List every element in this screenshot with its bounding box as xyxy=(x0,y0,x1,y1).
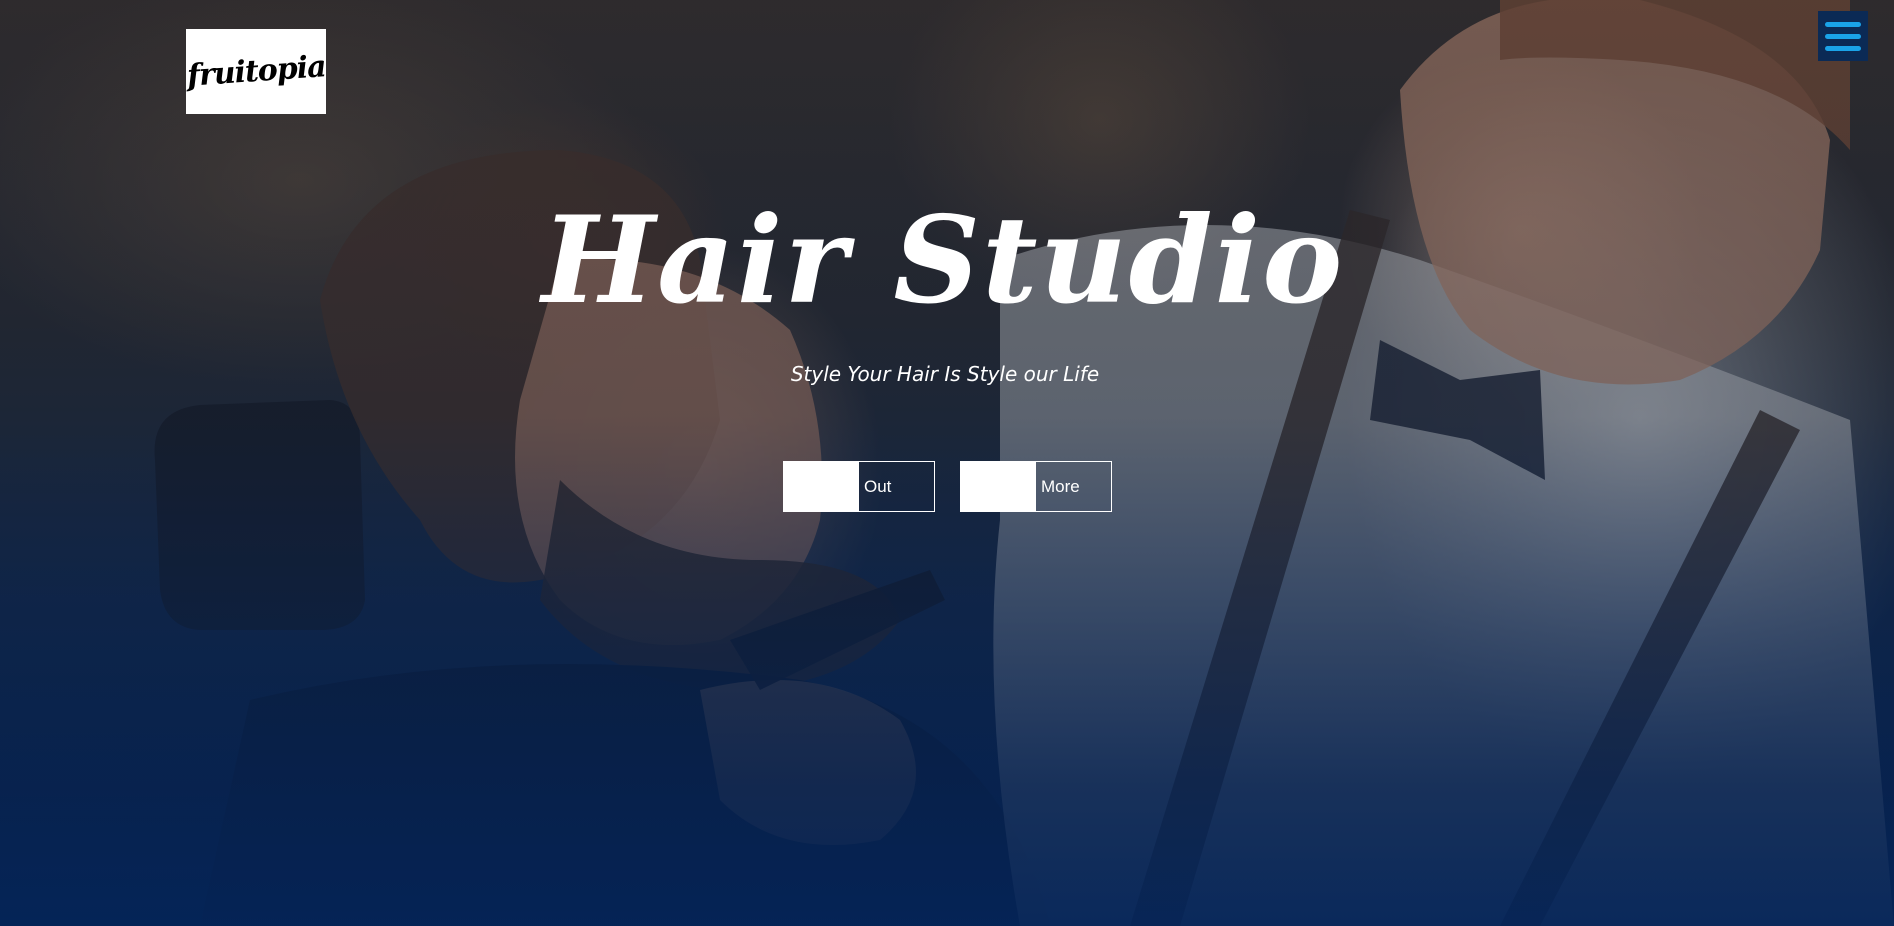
hero-title: Hair Studio xyxy=(541,190,1345,331)
button-fill xyxy=(784,462,859,511)
logo-text: fruitopia xyxy=(185,49,327,94)
hero-overlay xyxy=(0,0,1894,926)
hero-section: fruitopia Hair Studio Style Your Hair Is… xyxy=(0,0,1894,926)
out-button-label: Out xyxy=(864,476,892,496)
hamburger-menu-button[interactable] xyxy=(1818,11,1868,61)
hero-subtitle: Style Your Hair Is Style our Life xyxy=(790,362,1100,386)
hamburger-menu-icon-bar xyxy=(1825,45,1861,51)
button-fill xyxy=(961,462,1036,511)
out-button[interactable]: Out xyxy=(783,461,935,512)
more-button-label: More xyxy=(1041,476,1080,496)
site-logo[interactable]: fruitopia xyxy=(186,29,326,114)
hamburger-menu-icon-bar xyxy=(1825,33,1861,39)
hamburger-menu-icon xyxy=(1825,21,1861,27)
more-button[interactable]: More xyxy=(960,461,1112,512)
